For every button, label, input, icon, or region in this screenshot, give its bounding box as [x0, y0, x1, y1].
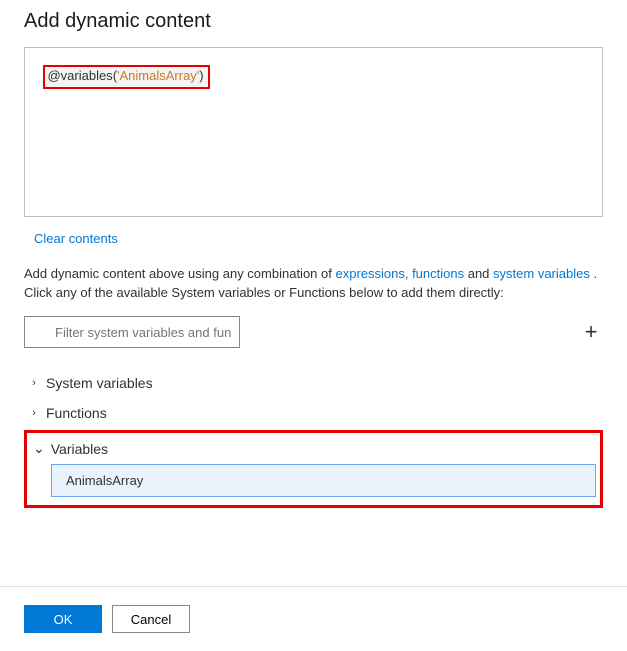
variables-label: Variables [51, 441, 108, 457]
system-variables-section[interactable]: › System variables [24, 368, 603, 398]
chevron-down-icon: ⌄ [33, 440, 45, 457]
helper-text: Add dynamic content above using any comb… [24, 264, 603, 302]
chevron-right-icon: › [28, 407, 40, 419]
variable-item-animalsarray[interactable]: AnimalsArray [51, 464, 596, 497]
token-close-paren: ) [199, 68, 203, 83]
page-title: Add dynamic content [24, 10, 603, 33]
cancel-button[interactable]: Cancel [112, 605, 190, 633]
token-string: 'AnimalsArray' [117, 68, 199, 83]
footer-bar: OK Cancel [0, 587, 627, 651]
functions-label: Functions [46, 405, 107, 421]
chevron-right-icon: › [28, 377, 40, 389]
variables-section[interactable]: ⌄ Variables [31, 435, 596, 464]
add-button[interactable]: + [579, 321, 603, 343]
system-variables-link[interactable]: system variables [493, 266, 590, 281]
expression-editor[interactable]: @variables('AnimalsArray') [24, 47, 603, 217]
token-function: variables [61, 68, 113, 83]
system-variables-label: System variables [46, 375, 153, 391]
ok-button[interactable]: OK [24, 605, 102, 633]
token-at: @ [47, 68, 60, 83]
expressions-functions-link[interactable]: expressions, functions [335, 266, 464, 281]
expression-text: @variables('AnimalsArray') [43, 65, 209, 89]
variables-group-highlight: ⌄ Variables AnimalsArray [24, 430, 603, 508]
tree-view: › System variables › Functions ⌄ Variabl… [24, 368, 603, 508]
helper-mid: and [464, 266, 493, 281]
filter-input[interactable] [24, 316, 240, 348]
functions-section[interactable]: › Functions [24, 398, 603, 428]
clear-contents-link[interactable]: Clear contents [34, 231, 118, 246]
helper-pre: Add dynamic content above using any comb… [24, 266, 335, 281]
